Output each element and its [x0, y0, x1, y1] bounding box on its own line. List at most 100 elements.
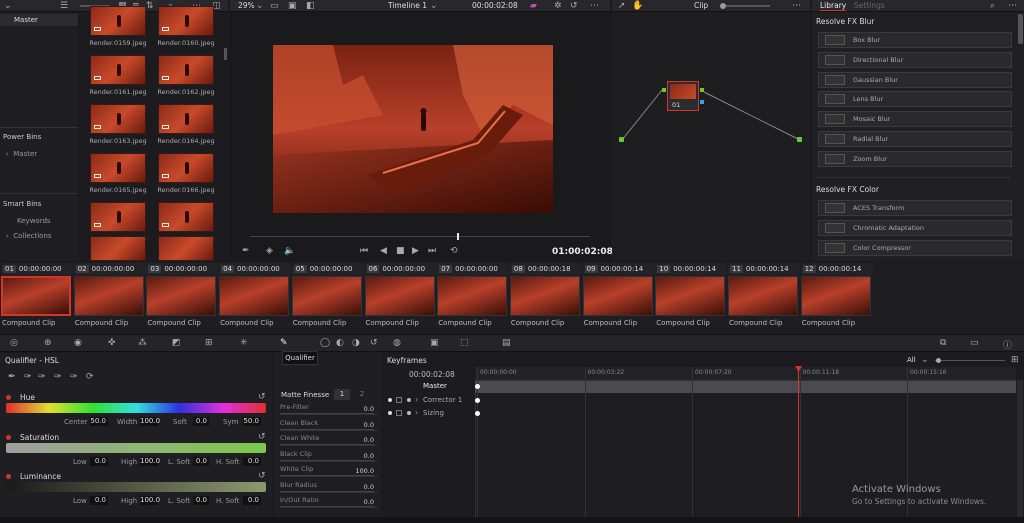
media-thumbnail[interactable]	[158, 153, 214, 183]
matte-row-value[interactable]: 0.0	[364, 498, 374, 506]
reset-icon[interactable]: ↺	[258, 471, 266, 481]
fx-item[interactable]: Mosaic Blur	[818, 111, 1012, 128]
matte-row[interactable]: Blur Radius 0.0	[280, 481, 378, 493]
matte-tab-1[interactable]: 1	[334, 389, 350, 400]
sat-low-field[interactable]: 0.0	[90, 457, 108, 466]
matte-row[interactable]: Pre-Filter 0.0	[280, 403, 378, 415]
playhead[interactable]	[457, 233, 459, 240]
step-forward-icon[interactable]: ⏭	[428, 246, 436, 256]
feather-minus-icon[interactable]: ✑	[54, 372, 62, 382]
sort-icon[interactable]: ⇅	[146, 1, 154, 11]
keyframe-track[interactable]: › Sizing	[383, 408, 475, 420]
viewer-frame[interactable]	[273, 45, 553, 213]
feather-plus-icon[interactable]: ✑	[70, 372, 78, 382]
track-lock-icon[interactable]	[396, 396, 402, 403]
fx-item[interactable]: Radial Blur	[818, 131, 1012, 147]
matte-row-slider[interactable]	[280, 459, 374, 461]
sat-lsoft-field[interactable]: 0.0	[193, 457, 209, 466]
scopes-icon[interactable]: ⧉	[940, 338, 946, 348]
keyframe-marker[interactable]	[475, 384, 480, 389]
matte-row-slider[interactable]	[280, 490, 374, 492]
fx-item[interactable]: Zoom Blur	[818, 150, 1012, 167]
matte-row-slider[interactable]	[280, 428, 374, 430]
qualifier-icon[interactable]: ✎	[280, 338, 288, 348]
expand-icon[interactable]: ⊞	[1011, 355, 1019, 365]
chevron-down-icon[interactable]: ⌄	[256, 1, 264, 11]
matte-row[interactable]: White Clip 100.0	[280, 465, 378, 477]
invert-icon[interactable]: ⟳	[86, 372, 94, 382]
stop-icon[interactable]: ■	[396, 246, 405, 256]
node-mode[interactable]: Clip	[694, 1, 708, 10]
hue-width-field[interactable]: 100.0	[140, 417, 160, 426]
matte-row-slider[interactable]	[280, 506, 374, 507]
keyframe-playhead[interactable]	[798, 368, 799, 523]
key-icon[interactable]: ▣	[430, 338, 439, 348]
matte-row[interactable]: Clean Black 0.0	[280, 419, 378, 431]
clip-thumbnail[interactable]	[437, 276, 508, 316]
fx-item[interactable]: Chromatic Adaptation	[818, 219, 1012, 236]
clip-thumbnail[interactable]	[509, 276, 580, 316]
matte-row-value[interactable]: 100.0	[355, 467, 374, 475]
clip-thumbnail[interactable]	[291, 276, 362, 316]
track-enable-dot[interactable]	[388, 397, 392, 402]
media-thumbnail[interactable]	[90, 153, 146, 183]
lum-lsoft-field[interactable]: 0.0	[193, 496, 209, 505]
blur-icon[interactable]: ◍	[393, 338, 401, 348]
media-thumbnail[interactable]	[90, 236, 146, 261]
speaker-icon[interactable]: 🔈	[284, 246, 295, 256]
curves-icon[interactable]: ◩	[172, 338, 181, 348]
zoom-level[interactable]: 29%	[238, 1, 255, 10]
track-solo-dot[interactable]	[407, 411, 411, 415]
track-lock-icon[interactable]	[396, 410, 402, 416]
saturation-bar[interactable]	[6, 443, 266, 453]
viewer-mode-icon[interactable]: ▭	[270, 1, 279, 11]
hand-icon[interactable]: ✋	[632, 1, 643, 11]
reset-icon[interactable]: ↺	[570, 1, 578, 11]
clip-mode-icon[interactable]: ▰	[530, 1, 537, 11]
matte-row-slider[interactable]	[280, 444, 374, 445]
fx-item[interactable]: Color Compressor	[818, 239, 1012, 256]
lum-hsoft-field[interactable]: 0.0	[243, 496, 261, 505]
keyframe-zoom-slider[interactable]	[935, 360, 1005, 361]
track-solo-dot[interactable]	[407, 397, 411, 402]
matte-row[interactable]: Black Clip 0.0	[280, 450, 378, 462]
smart-bin-collections[interactable]: › Collections	[6, 232, 52, 240]
scrub-bar[interactable]	[250, 236, 590, 237]
sizing-icon[interactable]: ⬚	[460, 338, 469, 348]
sat-hsoft-field[interactable]: 0.0	[243, 457, 261, 466]
media-thumbnail[interactable]	[90, 55, 146, 85]
tab-library[interactable]: Library	[820, 1, 847, 11]
chevron-right-icon[interactable]: ›	[415, 408, 418, 417]
clip-thumbnail[interactable]	[728, 276, 798, 316]
more-icon[interactable]: ⋯	[792, 1, 801, 11]
smart-bin-keywords[interactable]: Keywords	[17, 217, 51, 225]
luminance-enable[interactable]	[6, 474, 11, 479]
search-icon[interactable]: ⌕	[990, 1, 995, 11]
clip-thumbnail[interactable]	[146, 276, 217, 316]
scrollbar[interactable]	[1017, 380, 1023, 523]
keyframe-zoom-handle[interactable]	[936, 358, 941, 363]
node-input[interactable]	[662, 88, 666, 92]
help-icon[interactable]: ⓘ	[1003, 338, 1012, 351]
node-key-output[interactable]	[700, 100, 704, 104]
full-view-icon[interactable]: ▣	[288, 1, 297, 11]
hue-sym-field[interactable]: 50.0	[243, 417, 261, 426]
node-zoom-slider[interactable]	[720, 5, 770, 7]
color-wheel-icon[interactable]: ✲	[554, 1, 562, 11]
clip-thumbnail[interactable]	[582, 276, 653, 316]
media-thumbnail[interactable]	[90, 202, 146, 232]
keyframe-track[interactable]: Master	[383, 381, 475, 393]
node-output[interactable]	[700, 88, 704, 92]
list-view-icon[interactable]: ☰	[60, 1, 68, 11]
media-thumbnail[interactable]	[158, 6, 214, 36]
keyframe-track[interactable]: › Corrector 1	[383, 395, 475, 407]
split-view-icon[interactable]: ◧	[306, 1, 315, 11]
matte-row-slider[interactable]	[280, 475, 374, 476]
layers-icon[interactable]: ◈	[266, 246, 273, 256]
color-match-icon[interactable]: ⊕	[44, 338, 52, 348]
fx-item[interactable]: Lens Blur	[818, 91, 1012, 108]
reset-icon[interactable]: ↺	[258, 432, 266, 442]
master-track-bar[interactable]	[475, 381, 1016, 393]
power-bin-master[interactable]: › Master	[6, 150, 37, 158]
matte-row[interactable]: Clean White 0.0	[280, 434, 378, 446]
